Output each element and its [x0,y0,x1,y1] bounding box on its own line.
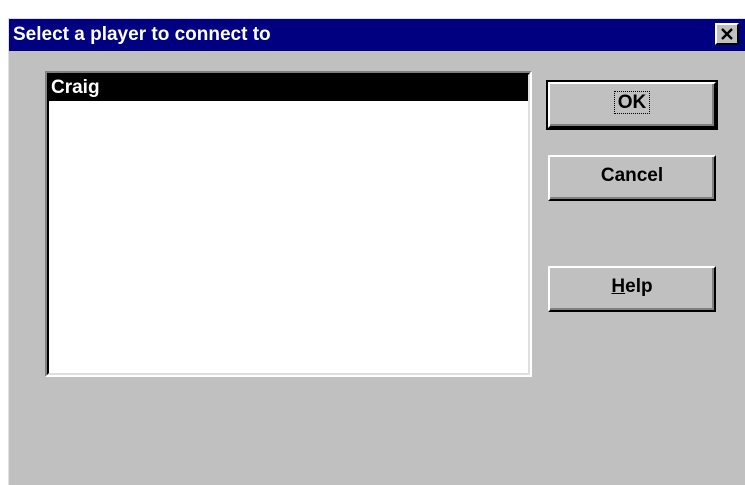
ok-button[interactable]: OK [546,80,718,130]
close-button[interactable] [715,23,739,45]
cancel-button[interactable]: Cancel [548,155,716,201]
cancel-button-label: Cancel [600,165,664,186]
title-bar[interactable]: Select a player to connect to [9,19,745,51]
dialog-title: Select a player to connect to [13,24,271,45]
help-button-label: Help [611,276,652,297]
ok-button-label: OK [613,91,651,114]
close-icon [721,28,733,40]
help-label-rest: elp [625,276,653,297]
player-name: Craig [51,77,100,98]
help-button[interactable]: Help [548,266,716,312]
select-player-dialog: Select a player to connect to Craig OK C… [8,18,745,485]
help-mnemonic: H [611,276,626,297]
player-listbox[interactable]: Craig [45,71,532,377]
list-item-player[interactable]: Craig [49,75,528,101]
player-listbox-inner: Craig [47,73,530,375]
